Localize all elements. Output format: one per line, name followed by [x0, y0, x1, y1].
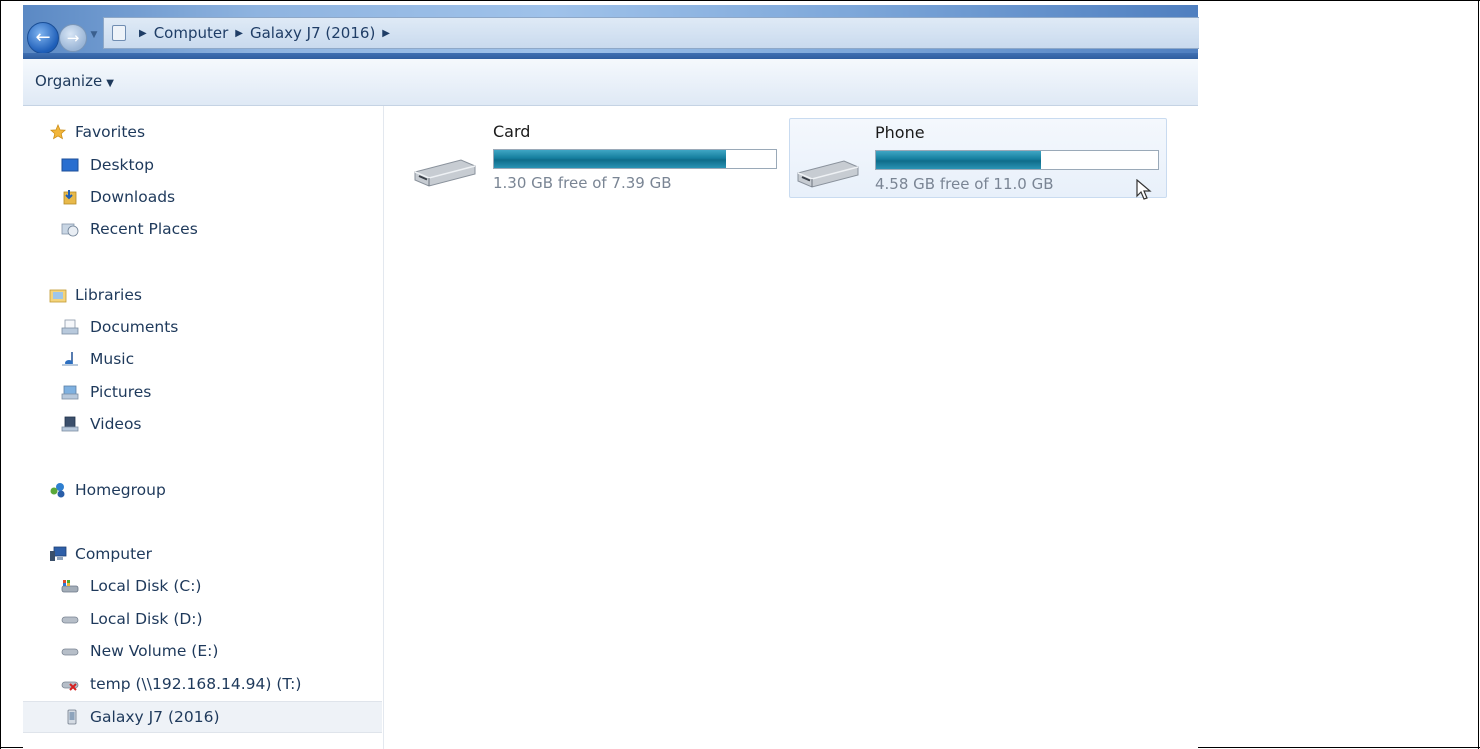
drive-usage-bar — [493, 149, 777, 169]
sidebar-item-local-disk-c[interactable]: Local Disk (C:) — [23, 571, 382, 601]
sidebar-item-label: Documents — [90, 318, 179, 336]
videos-icon — [61, 416, 79, 432]
sidebar-item-favorites[interactable]: Favorites — [23, 117, 382, 147]
address-bar[interactable]: ▶ Computer ▶ Galaxy J7 (2016) ▶ — [103, 17, 1199, 49]
sidebar-item-label: Galaxy J7 (2016) — [90, 708, 220, 726]
sidebar-item-videos[interactable]: Videos — [23, 409, 382, 439]
chevron-down-icon: ▼ — [106, 78, 114, 89]
drive-usage-fill — [876, 151, 1041, 169]
drive-name: Card — [493, 122, 531, 141]
disconnected-network-drive-icon — [61, 681, 79, 691]
phone-device-icon — [112, 25, 126, 41]
drive-name: Phone — [875, 123, 925, 142]
pictures-icon — [61, 385, 79, 400]
title-bar: ← → ▼ ▶ Computer ▶ Galaxy J7 (2016) ▶ — [23, 5, 1199, 59]
organize-button[interactable]: Organize ▼ — [35, 72, 114, 90]
libraries-icon — [49, 289, 67, 303]
sidebar-item-label: Local Disk (D:) — [90, 610, 203, 628]
drive-free-space: 1.30 GB free of 7.39 GB — [493, 174, 672, 192]
documents-icon — [61, 319, 79, 335]
sidebar-item-label: temp (\\192.168.14.94) (T:) — [90, 675, 302, 693]
sidebar-item-label: Libraries — [75, 286, 142, 304]
sidebar-item-pictures[interactable]: Pictures — [23, 377, 382, 407]
content-pane: Card 1.30 GB free of 7.39 GB Phone 4.58 … — [384, 106, 1198, 749]
star-icon — [50, 124, 66, 140]
frame-border-right — [1478, 0, 1479, 749]
sidebar-item-label: Music — [90, 350, 135, 368]
breadcrumb-computer[interactable]: Computer — [154, 24, 229, 42]
explorer-window: ← → ▼ ▶ Computer ▶ Galaxy J7 (2016) ▶ Or… — [23, 5, 1199, 749]
sidebar-item-label: Homegroup — [75, 481, 166, 499]
drive-usage-bar — [875, 150, 1159, 170]
navigation-pane: Favorites Desktop Downloads Recent Place… — [23, 106, 384, 749]
sidebar-item-libraries[interactable]: Libraries — [23, 280, 382, 310]
arrow-left-icon: ← — [35, 27, 51, 48]
sidebar-item-label: Favorites — [75, 123, 146, 141]
sidebar-item-documents[interactable]: Documents — [23, 312, 382, 342]
arrow-right-icon: → — [66, 29, 80, 47]
sidebar-item-label: New Volume (E:) — [90, 642, 219, 660]
forward-button[interactable]: → — [59, 24, 87, 52]
drive-icon — [61, 648, 79, 656]
back-button[interactable]: ← — [27, 22, 59, 54]
sidebar-item-homegroup[interactable]: Homegroup — [23, 475, 382, 505]
mouse-cursor-icon — [1136, 179, 1152, 200]
homegroup-icon — [50, 483, 65, 498]
sidebar-item-label: Computer — [75, 545, 153, 563]
breadcrumb-separator-icon[interactable]: ▶ — [235, 28, 243, 39]
sidebar-item-label: Desktop — [90, 156, 154, 174]
recent-pages-dropdown[interactable]: ▼ — [88, 30, 100, 44]
sidebar-item-desktop[interactable]: Desktop — [23, 150, 382, 180]
sidebar-item-label: Recent Places — [90, 220, 198, 238]
music-icon — [62, 352, 78, 366]
frame-border-top — [0, 0, 1480, 1]
storage-item-card[interactable]: Card 1.30 GB free of 7.39 GB — [407, 118, 782, 198]
breadcrumb-device[interactable]: Galaxy J7 (2016) — [250, 24, 375, 42]
command-bar: Organize ▼ — [23, 59, 1198, 106]
removable-drive-icon — [414, 159, 476, 187]
drive-usage-fill — [494, 150, 727, 168]
breadcrumb-separator-icon[interactable]: ▶ — [139, 28, 147, 39]
sidebar-item-local-disk-d[interactable]: Local Disk (D:) — [23, 604, 382, 634]
sidebar-item-music[interactable]: Music — [23, 344, 382, 374]
sidebar-item-new-volume-e[interactable]: New Volume (E:) — [23, 636, 382, 666]
sidebar-item-temp-network-drive[interactable]: temp (\\192.168.14.94) (T:) — [23, 669, 382, 699]
system-drive-icon — [61, 580, 79, 593]
computer-icon — [50, 546, 67, 561]
storage-item-phone[interactable]: Phone 4.58 GB free of 11.0 GB — [789, 118, 1167, 200]
drive-icon — [61, 616, 79, 624]
sidebar-item-label: Downloads — [90, 188, 176, 206]
organize-label: Organize — [35, 72, 103, 90]
frame-border-left — [0, 0, 1, 749]
desktop-icon — [61, 158, 79, 172]
downloads-icon — [63, 190, 77, 205]
breadcrumb-separator-icon[interactable]: ▶ — [382, 28, 390, 39]
phone-device-icon — [67, 709, 77, 725]
drive-free-space: 4.58 GB free of 11.0 GB — [875, 175, 1054, 193]
removable-drive-icon — [797, 160, 859, 188]
recent-places-icon — [61, 223, 79, 237]
sidebar-item-galaxy-j7[interactable]: Galaxy J7 (2016) — [23, 701, 382, 733]
sidebar-item-computer[interactable]: Computer — [23, 539, 382, 569]
sidebar-item-label: Local Disk (C:) — [90, 577, 202, 595]
sidebar-item-recent-places[interactable]: Recent Places — [23, 214, 382, 244]
sidebar-item-label: Pictures — [90, 383, 152, 401]
sidebar-item-label: Videos — [90, 415, 142, 433]
sidebar-item-downloads[interactable]: Downloads — [23, 182, 382, 212]
